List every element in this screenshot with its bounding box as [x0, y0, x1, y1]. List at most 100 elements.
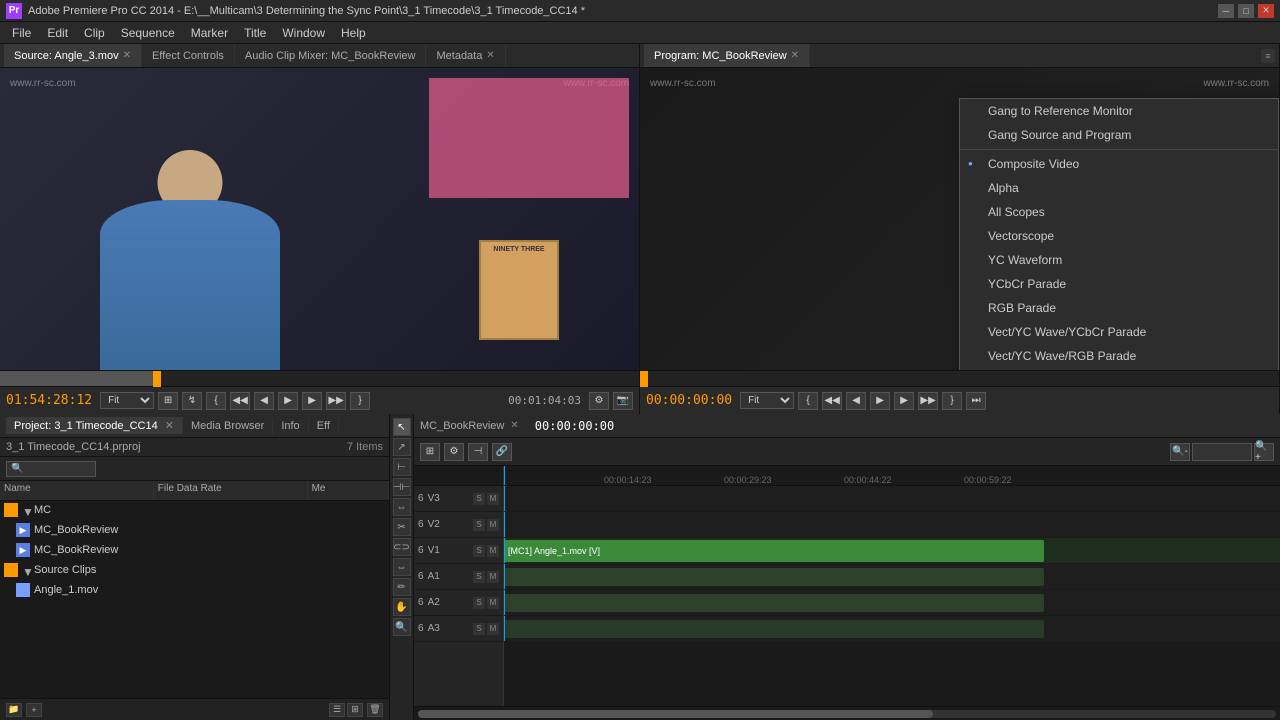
program-next-frame[interactable]: ▶	[894, 392, 914, 410]
tab-effect-controls[interactable]: Effect Controls	[142, 44, 235, 67]
list-item[interactable]: ▶ MC_BookReview	[0, 541, 389, 561]
a2-sync-btn[interactable]: S	[473, 597, 485, 609]
ctx-vectorscope[interactable]: Vectorscope	[960, 224, 1278, 248]
ctx-vect-ycbcr[interactable]: Vect/YC Wave/YCbCr Parade	[960, 320, 1278, 344]
source-mark-out[interactable]: }	[350, 392, 370, 410]
audio-clip-a3[interactable]	[504, 620, 1044, 638]
source-next-frame[interactable]: ▶	[302, 392, 322, 410]
tool-slide[interactable]: ⇔	[393, 558, 411, 576]
audio-clip-a1[interactable]	[504, 568, 1044, 586]
tool-track-select[interactable]: ↗	[393, 438, 411, 456]
h-scrollbar-thumb[interactable]	[418, 710, 933, 718]
ctx-multi-camera[interactable]: Multi-Camera	[960, 368, 1278, 370]
list-item[interactable]: ▼ Source Clips	[0, 561, 389, 581]
a3-sync-btn[interactable]: S	[473, 623, 485, 635]
program-fit-select[interactable]: Fit 25% 50% 100%	[740, 392, 794, 409]
project-search-input[interactable]	[6, 461, 96, 477]
clip-angle1[interactable]: [MC1] Angle_1.mov [V]	[504, 540, 1044, 562]
a1-sync-btn[interactable]: S	[473, 571, 485, 583]
timeline-scrollbar[interactable]	[414, 706, 1280, 720]
v1-mute-btn[interactable]: M	[487, 545, 499, 557]
menu-file[interactable]: File	[4, 24, 39, 42]
menu-sequence[interactable]: Sequence	[113, 24, 183, 42]
source-play[interactable]: ▶	[278, 392, 298, 410]
program-mark-out[interactable]: }	[942, 392, 962, 410]
audio-clip-a2[interactable]	[504, 594, 1044, 612]
tool-razor[interactable]: ✂	[393, 518, 411, 536]
close-metadata-tab[interactable]: ✕	[486, 50, 494, 61]
program-go-end[interactable]: ⏭	[966, 392, 986, 410]
tl-zoom-out[interactable]: 🔍-	[1170, 443, 1190, 461]
tab-project[interactable]: Project: 3_1 Timecode_CC14 ✕	[6, 417, 183, 434]
ctx-gang-source-program[interactable]: Gang Source and Program	[960, 123, 1278, 147]
tool-hand[interactable]: ✋	[393, 598, 411, 616]
program-step-fwd[interactable]: ▶▶	[918, 392, 938, 410]
ctx-composite-video[interactable]: Composite Video	[960, 152, 1278, 176]
tl-settings-btn[interactable]: ⚙	[444, 443, 464, 461]
source-mark-in[interactable]: {	[206, 392, 226, 410]
list-item[interactable]: ▼ MC	[0, 501, 389, 521]
v3-mute-btn[interactable]: M	[487, 493, 499, 505]
delete-btn[interactable]: 🗑	[367, 703, 383, 717]
tab-info[interactable]: Info	[273, 418, 308, 434]
ctx-vect-rgb[interactable]: Vect/YC Wave/RGB Parade	[960, 344, 1278, 368]
expand-icon[interactable]: ▼	[22, 505, 32, 515]
v1-sync-btn[interactable]: S	[473, 545, 485, 557]
a2-mute-btn[interactable]: M	[487, 597, 499, 609]
program-scrubber-handle[interactable]	[640, 371, 648, 387]
tab-program[interactable]: Program: MC_BookReview ✕	[644, 44, 810, 67]
tab-metadata[interactable]: Metadata ✕	[426, 44, 505, 67]
scrubber-handle[interactable]	[153, 371, 161, 387]
ctx-rgb-parade[interactable]: RGB Parade	[960, 296, 1278, 320]
ctx-yc-waveform[interactable]: YC Waveform	[960, 248, 1278, 272]
program-prev-frame[interactable]: ◀	[846, 392, 866, 410]
close-button[interactable]: ✕	[1258, 4, 1274, 18]
program-play[interactable]: ▶	[870, 392, 890, 410]
source-step-fwd[interactable]: ▶▶	[326, 392, 346, 410]
ctx-all-scopes[interactable]: All Scopes	[960, 200, 1278, 224]
panel-menu-btn[interactable]: ≡	[1261, 49, 1275, 63]
timeline-tab[interactable]: MC_BookReview	[420, 420, 504, 432]
menu-marker[interactable]: Marker	[183, 24, 236, 42]
tl-zoom-in[interactable]: 🔍+	[1254, 443, 1274, 461]
icon-view-btn[interactable]: ⊞	[347, 703, 363, 717]
source-overwrite-btn[interactable]: ⊞	[158, 392, 178, 410]
menu-help[interactable]: Help	[333, 24, 374, 42]
program-mark-in[interactable]: {	[798, 392, 818, 410]
minimize-button[interactable]: ─	[1218, 4, 1234, 18]
tool-rate-stretch[interactable]: ⇔	[393, 498, 411, 516]
tool-selection[interactable]: ↖	[393, 418, 411, 436]
menu-title[interactable]: Title	[236, 24, 274, 42]
tool-slip[interactable]: ⊂⊃	[393, 538, 411, 556]
close-source-tab[interactable]: ✕	[123, 50, 131, 61]
source-settings[interactable]: ⚙	[589, 392, 609, 410]
program-step-back[interactable]: ◀◀	[822, 392, 842, 410]
tool-ripple-edit[interactable]: ⊢	[393, 458, 411, 476]
maximize-button[interactable]: □	[1238, 4, 1254, 18]
tool-zoom[interactable]: 🔍	[393, 618, 411, 636]
v2-sync-btn[interactable]: S	[473, 519, 485, 531]
source-insert-btn[interactable]: ↯	[182, 392, 202, 410]
tl-linked-btn[interactable]: 🔗	[492, 443, 512, 461]
new-item-btn[interactable]: +	[26, 703, 42, 717]
expand-source-icon[interactable]: ▼	[22, 565, 32, 575]
tab-media-browser[interactable]: Media Browser	[183, 418, 273, 434]
program-scrubber[interactable]	[640, 370, 1279, 386]
new-bin-btn[interactable]: 📁	[6, 703, 22, 717]
close-timeline-tab[interactable]: ✕	[510, 420, 518, 431]
list-item[interactable]: ▶ MC_BookReview	[0, 521, 389, 541]
menu-clip[interactable]: Clip	[76, 24, 113, 42]
tab-source-angle[interactable]: Source: Angle_3.mov ✕	[4, 44, 142, 67]
a1-mute-btn[interactable]: M	[487, 571, 499, 583]
tool-rolling-edit[interactable]: ⊣⊢	[393, 478, 411, 496]
source-prev-frame[interactable]: ◀	[254, 392, 274, 410]
list-item[interactable]: Angle_1.mov	[0, 581, 389, 601]
tab-effects[interactable]: Eff	[309, 418, 339, 434]
ctx-alpha[interactable]: Alpha	[960, 176, 1278, 200]
menu-edit[interactable]: Edit	[39, 24, 76, 42]
v2-mute-btn[interactable]: M	[487, 519, 499, 531]
menu-window[interactable]: Window	[274, 24, 333, 42]
close-program-tab[interactable]: ✕	[791, 50, 799, 61]
tl-zoom-slider[interactable]	[1192, 443, 1252, 461]
v3-sync-btn[interactable]: S	[473, 493, 485, 505]
